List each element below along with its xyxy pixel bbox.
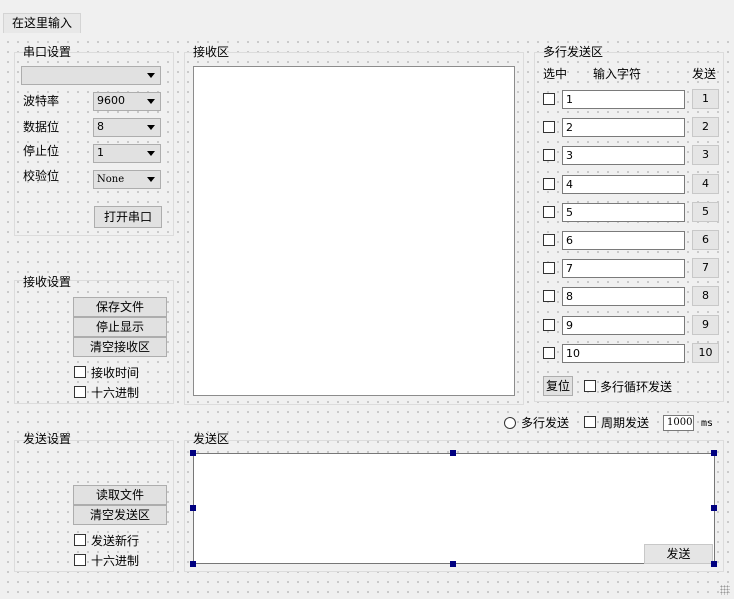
receive-hex-checkbox[interactable] — [74, 386, 86, 398]
multi-row-send-button[interactable]: 2 — [692, 117, 719, 137]
multi-row-send-button[interactable]: 1 — [692, 89, 719, 109]
multi-row-send-button[interactable]: 6 — [692, 230, 719, 250]
loop-send-checkbox[interactable] — [584, 380, 596, 392]
send-newline-label: 发送新行 — [91, 534, 140, 548]
data-bits-select[interactable]: 8 — [93, 118, 161, 137]
multi-row-input[interactable]: 6 — [562, 231, 685, 250]
receive-settings-title: 接收设置 — [23, 275, 72, 289]
chevron-down-icon — [147, 73, 155, 78]
port-select[interactable] — [21, 66, 161, 85]
multi-row-input[interactable]: 3 — [562, 146, 685, 165]
multi-row-checkbox[interactable] — [543, 149, 555, 161]
multi-row-checkbox[interactable] — [543, 121, 555, 133]
multi-row-input[interactable]: 1 — [562, 90, 685, 109]
selection-handle[interactable] — [190, 561, 196, 567]
multi-row-input[interactable]: 4 — [562, 175, 685, 194]
send-textarea[interactable] — [193, 453, 715, 564]
chevron-down-icon — [147, 151, 155, 156]
loop-send-label: 多行循环发送 — [600, 380, 673, 394]
col-select-header: 选中 — [543, 67, 568, 81]
period-input[interactable]: 1000 — [663, 415, 694, 431]
parity-select-value: None — [97, 174, 125, 185]
selection-handle[interactable] — [450, 450, 456, 456]
multi-send-title: 多行发送区 — [543, 45, 604, 59]
form-tab[interactable]: 在这里输入 — [3, 13, 82, 33]
receive-area-title: 接收区 — [193, 45, 230, 59]
multi-row-checkbox[interactable] — [543, 234, 555, 246]
multi-row-send-button[interactable]: 4 — [692, 174, 719, 194]
stop-display-button[interactable]: 停止显示 — [73, 317, 167, 337]
multi-row-send-button[interactable]: 9 — [692, 315, 719, 335]
stop-bits-select-value: 1 — [97, 146, 104, 159]
multi-row-checkbox[interactable] — [543, 262, 555, 274]
chevron-down-icon — [147, 99, 155, 104]
receive-textarea[interactable] — [193, 66, 515, 396]
selection-handle[interactable] — [190, 450, 196, 456]
send-newline-checkbox[interactable] — [74, 534, 86, 546]
clear-send-button[interactable]: 清空发送区 — [73, 505, 167, 525]
multi-row-checkbox[interactable] — [543, 206, 555, 218]
send-settings-title: 发送设置 — [23, 432, 72, 446]
send-area-title: 发送区 — [193, 432, 230, 446]
selection-handle[interactable] — [711, 505, 717, 511]
baud-label: 波特率 — [23, 94, 60, 108]
send-button[interactable]: 发送 — [644, 544, 713, 564]
multi-row-send-button[interactable]: 8 — [692, 286, 719, 306]
multi-row-input[interactable]: 9 — [562, 316, 685, 335]
multi-row-input[interactable]: 10 — [562, 344, 685, 363]
multi-row-checkbox[interactable] — [543, 178, 555, 190]
col-send-header: 发送 — [692, 67, 717, 81]
selection-handle[interactable] — [450, 561, 456, 567]
send-hex-checkbox[interactable] — [74, 554, 86, 566]
multi-row-input[interactable]: 7 — [562, 259, 685, 278]
multi-row-input[interactable]: 2 — [562, 118, 685, 137]
serial-settings-title: 串口设置 — [23, 45, 72, 59]
selection-handle[interactable] — [711, 450, 717, 456]
multi-row-checkbox[interactable] — [543, 93, 555, 105]
clear-receive-button[interactable]: 清空接收区 — [73, 337, 167, 357]
selection-handle[interactable] — [711, 561, 717, 567]
save-file-button[interactable]: 保存文件 — [73, 297, 167, 317]
receive-time-checkbox[interactable] — [74, 366, 86, 378]
receive-hex-label: 十六进制 — [91, 386, 140, 400]
multi-row-input[interactable]: 5 — [562, 203, 685, 222]
reset-button[interactable]: 复位 — [543, 376, 573, 396]
chevron-down-icon — [147, 177, 155, 182]
send-hex-label: 十六进制 — [91, 554, 140, 568]
data-bits-label: 数据位 — [23, 120, 60, 134]
col-input-header: 输入字符 — [593, 67, 642, 81]
chevron-down-icon — [147, 125, 155, 130]
stop-bits-label: 停止位 — [23, 144, 60, 158]
data-bits-select-value: 8 — [97, 120, 104, 133]
baud-select-value: 9600 — [97, 94, 125, 107]
multi-row-send-button[interactable]: 3 — [692, 145, 719, 165]
resize-grip-icon[interactable] — [720, 585, 730, 595]
multi-send-radio-label: 多行发送 — [521, 416, 570, 430]
multi-row-send-button[interactable]: 10 — [692, 343, 719, 363]
multi-row-send-button[interactable]: 7 — [692, 258, 719, 278]
multi-send-radio[interactable] — [504, 417, 516, 429]
parity-select[interactable]: None — [93, 170, 161, 189]
stop-bits-select[interactable]: 1 — [93, 144, 161, 163]
open-port-button[interactable]: 打开串口 — [94, 206, 162, 228]
multi-row-input[interactable]: 8 — [562, 287, 685, 306]
multi-row-checkbox[interactable] — [543, 347, 555, 359]
period-unit-label: ms — [701, 418, 714, 429]
baud-select[interactable]: 9600 — [93, 92, 161, 111]
multi-row-checkbox[interactable] — [543, 319, 555, 331]
selection-handle[interactable] — [190, 505, 196, 511]
read-file-button[interactable]: 读取文件 — [73, 485, 167, 505]
periodic-send-label: 周期发送 — [601, 416, 650, 430]
receive-time-label: 接收时间 — [91, 366, 140, 380]
periodic-send-checkbox[interactable] — [584, 416, 596, 428]
multi-row-send-button[interactable]: 5 — [692, 202, 719, 222]
parity-label: 校验位 — [23, 169, 60, 183]
multi-row-checkbox[interactable] — [543, 290, 555, 302]
